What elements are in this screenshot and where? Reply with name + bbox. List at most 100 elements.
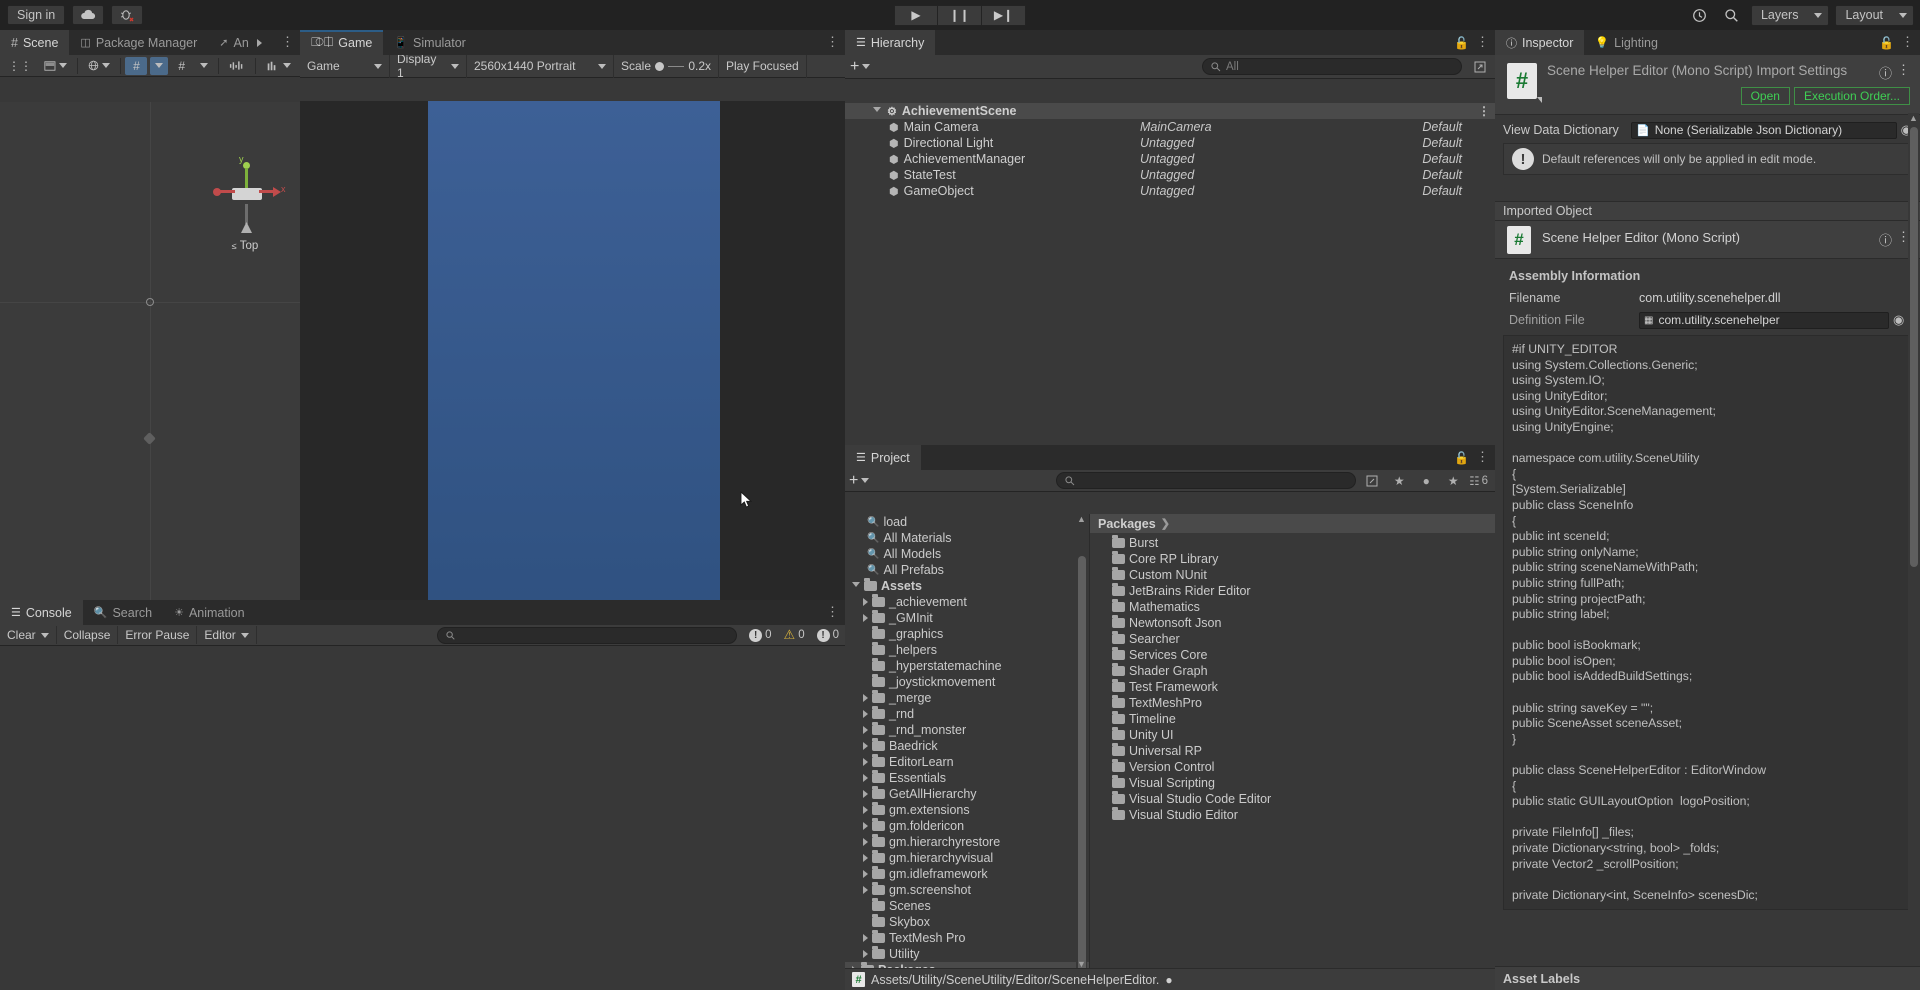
package-item[interactable]: Timeline — [1090, 711, 1495, 727]
project-item-count[interactable]: ☷ 6 — [1469, 474, 1491, 488]
project-favorite-item[interactable]: 🔍 All Models — [845, 546, 1089, 562]
breadcrumb[interactable]: Packages ❯ — [1090, 514, 1495, 533]
project-folder-item[interactable]: Skybox — [845, 914, 1089, 930]
shading-mode-button[interactable] — [39, 57, 72, 75]
hierarchy-scene-row[interactable]: ⚙ AchievementScene ⋮ — [845, 103, 1495, 119]
tab-animation-console[interactable]: ☀ Animation — [163, 600, 256, 625]
scroll-up-icon[interactable]: ▲ — [1909, 113, 1918, 123]
inspector-scrollbar[interactable]: ▲ — [1908, 113, 1919, 990]
hierarchy-add-button[interactable]: + — [850, 58, 871, 75]
editor-dropdown[interactable]: Editor — [197, 626, 257, 644]
package-item[interactable]: TextMeshPro — [1090, 695, 1495, 711]
game-panel-menu-icon[interactable]: ⋮ — [826, 34, 839, 50]
package-item[interactable]: Visual Studio Editor — [1090, 807, 1495, 823]
project-panel-menu-icon[interactable]: ⋮ — [1476, 449, 1489, 465]
tab-animation[interactable]: ➚ An — [208, 30, 266, 55]
hierarchy-row-statetest[interactable]: ⬢ StateTest Untagged Default — [845, 167, 1495, 183]
package-item[interactable]: Mathematics — [1090, 599, 1495, 615]
game-scale-slider[interactable]: Scale 0.2x — [614, 54, 719, 78]
package-item[interactable]: Test Framework — [1090, 679, 1495, 695]
tab-inspector[interactable]: ⓘ Inspector — [1495, 30, 1585, 55]
project-folder-item[interactable]: _graphics — [845, 626, 1089, 642]
console-panel-menu-icon[interactable]: ⋮ — [826, 604, 839, 620]
hierarchy-expand-button[interactable] — [1470, 58, 1490, 75]
project-folder-item[interactable]: Baedrick — [845, 738, 1089, 754]
project-folder-item[interactable]: Scenes — [845, 898, 1089, 914]
clear-button[interactable]: Clear — [0, 626, 57, 644]
tab-console[interactable]: ☰ Console — [0, 600, 83, 625]
package-item[interactable]: Version Control — [1090, 759, 1495, 775]
project-folder-item[interactable]: Utility — [845, 946, 1089, 962]
project-favorite-item[interactable]: 🔍 All Materials — [845, 530, 1089, 546]
lock-icon[interactable]: 🔓 — [1454, 36, 1469, 50]
game-resolution-dropdown[interactable]: 2560x1440 Portrait — [467, 54, 614, 78]
project-folder-item[interactable]: gm.hierarchyrestore — [845, 834, 1089, 850]
help-icon[interactable]: ⓘ — [1879, 63, 1892, 82]
scroll-down-icon[interactable]: ▼ — [1077, 959, 1086, 968]
inspector-content[interactable]: # Scene Helper Editor (Mono Script) Impo… — [1495, 55, 1920, 990]
definition-file-field[interactable]: ▦ com.utility.scenehelper — [1639, 311, 1889, 329]
tab-simulator[interactable]: 📱 Simulator — [383, 30, 477, 55]
hierarchy-tree[interactable]: ⚙ AchievementScene ⋮ ⬢ Main Camera MainC… — [845, 103, 1495, 445]
scale-slider-handle[interactable] — [655, 61, 665, 71]
scene-viewport[interactable]: y x ≤ Top — [0, 102, 300, 600]
asset-labels-header[interactable]: Asset Labels — [1495, 966, 1920, 990]
pause-button[interactable]: ❙❙ — [938, 4, 982, 26]
package-item[interactable]: Visual Scripting — [1090, 775, 1495, 791]
console-log-list[interactable] — [0, 646, 845, 990]
chevron-right-icon[interactable] — [256, 38, 262, 47]
project-favorite-item[interactable]: 🔍 load — [845, 514, 1089, 530]
project-folder-item[interactable]: gm.extensions — [845, 802, 1089, 818]
history-icon[interactable] — [1687, 4, 1713, 26]
chevron-right-icon[interactable] — [863, 950, 868, 958]
chevron-right-icon[interactable] — [863, 758, 868, 766]
project-folder-item[interactable]: Essentials — [845, 770, 1089, 786]
chevron-right-icon[interactable] — [863, 742, 868, 750]
grid-toggle-button[interactable] — [150, 56, 168, 75]
chevron-right-icon[interactable] — [863, 614, 868, 622]
tab-scene[interactable]: # Scene — [0, 30, 70, 55]
project-folder-item[interactable]: _rnd — [845, 706, 1089, 722]
project-folder-item[interactable]: _merge — [845, 690, 1089, 706]
package-item[interactable]: Visual Studio Code Editor — [1090, 791, 1495, 807]
error-count[interactable]: ! 0 — [811, 628, 845, 642]
project-star-icon[interactable]: ★ — [1442, 472, 1464, 489]
chevron-down-icon[interactable] — [873, 106, 881, 116]
play-focused-dropdown[interactable]: Play Focused — [719, 54, 807, 78]
view-data-dictionary-field[interactable]: 📄 None (Serializable Json Dictionary) — [1631, 121, 1897, 139]
warning-count[interactable]: ⚠ 0 — [778, 627, 811, 643]
game-display-mode-dropdown[interactable]: Game — [300, 54, 390, 78]
project-tree[interactable]: 🔍 load 🔍 All Materials 🔍 All Models 🔍 All Prefa… — [845, 514, 1090, 968]
project-folder-item[interactable]: _hyperstatemachine — [845, 658, 1089, 674]
open-button[interactable]: Open — [1740, 87, 1790, 105]
project-search-input[interactable] — [1056, 472, 1357, 489]
execution-order-button[interactable]: Execution Order... — [1793, 87, 1910, 105]
project-folder-item[interactable]: _achievement — [845, 594, 1089, 610]
scene-menu-icon[interactable]: ⋮ — [1478, 104, 1490, 118]
scene-panel-menu-icon[interactable]: ⋮ — [281, 34, 294, 50]
play-button[interactable]: ▶ — [894, 4, 938, 26]
project-folder-item[interactable]: gm.foldericon — [845, 818, 1089, 834]
package-item[interactable]: Burst — [1090, 535, 1495, 551]
collapse-toggle[interactable]: Collapse — [57, 626, 119, 644]
tab-package-manager[interactable]: ◫ Package Manager — [69, 30, 209, 55]
project-add-button[interactable]: + — [849, 472, 870, 489]
hierarchy-row-gameobject[interactable]: ⬢ GameObject Untagged Default — [845, 183, 1495, 199]
project-folder-item[interactable]: gm.hierarchyvisual — [845, 850, 1089, 866]
game-display-dropdown[interactable]: Display 1 — [390, 52, 467, 80]
hierarchy-panel-menu-icon[interactable]: ⋮ — [1476, 34, 1489, 50]
hierarchy-search-input[interactable]: All — [1202, 58, 1462, 75]
package-item[interactable]: Unity UI — [1090, 727, 1495, 743]
package-item[interactable]: Custom NUnit — [1090, 567, 1495, 583]
draw-mode-button[interactable] — [83, 57, 115, 75]
chevron-right-icon[interactable] — [863, 854, 868, 862]
search-icon[interactable] — [1719, 4, 1745, 26]
hierarchy-row-achievement-manager[interactable]: ⬢ AchievementManager Untagged Default — [845, 151, 1495, 167]
lock-icon[interactable]: 🔓 — [1879, 36, 1894, 50]
chevron-right-icon[interactable] — [863, 710, 868, 718]
chevron-right-icon[interactable] — [863, 598, 868, 606]
project-contents[interactable]: Packages ❯ Burst Core RP Library Custom NU… — [1090, 514, 1495, 968]
project-assets-root[interactable]: Assets — [845, 578, 1089, 594]
game-viewport[interactable] — [300, 101, 845, 623]
package-item[interactable]: Universal RP — [1090, 743, 1495, 759]
